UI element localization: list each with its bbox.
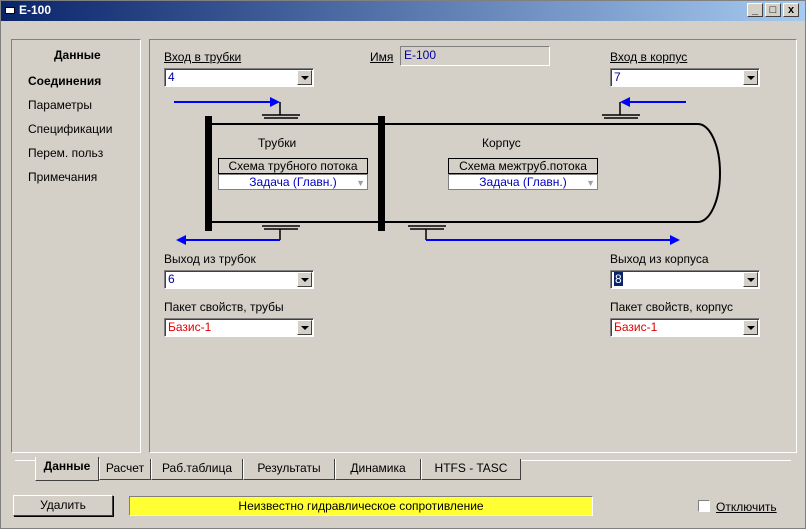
section-item-notes[interactable]: Примечания: [28, 170, 97, 184]
tube-flow-value: Задача (Главн.): [249, 175, 337, 189]
tab-dynamics[interactable]: Динамика: [335, 459, 421, 480]
chevron-down-icon[interactable]: ▼: [356, 176, 365, 190]
shell-fluid-pkg-label: Пакет свойств, корпус: [610, 300, 734, 314]
shell-flow-value: Задача (Главн.): [479, 175, 567, 189]
connections-panel: Вход в трубки 4 Имя E-100 Вход в корпус …: [149, 39, 797, 453]
chevron-down-icon[interactable]: [743, 272, 758, 287]
arrowhead-icon: [620, 97, 630, 107]
exchanger-window: E-100 _ □ x Данные Соединения Параметры …: [0, 0, 806, 529]
shell-flow-title: Схема межтруб.потока: [448, 158, 598, 174]
arrowhead-icon: [176, 235, 186, 245]
shell-outlet-label: Выход из корпуса: [610, 252, 709, 266]
shell-outlet-combo[interactable]: 8: [610, 270, 760, 289]
tube-sheet-left: [205, 116, 212, 231]
chevron-down-icon[interactable]: [297, 272, 312, 287]
window-title: E-100: [19, 3, 52, 17]
tube-outlet-combo[interactable]: 6: [164, 270, 314, 289]
tube-flow-combo[interactable]: Задача (Главн.) ▼: [218, 174, 368, 190]
arrowhead-icon: [670, 235, 680, 245]
arrowhead-icon: [270, 97, 280, 107]
ignore-checkbox[interactable]: [698, 500, 710, 512]
tab-worksheet[interactable]: Раб.таблица: [151, 459, 243, 480]
chevron-down-icon[interactable]: [297, 320, 312, 335]
tube-side-label: Трубки: [258, 136, 297, 150]
shell-flow-combo[interactable]: Задача (Главн.) ▼: [448, 174, 598, 190]
section-item-connections[interactable]: Соединения: [28, 74, 101, 88]
maximize-button[interactable]: □: [765, 3, 781, 17]
chevron-down-icon[interactable]: [743, 320, 758, 335]
tab-results[interactable]: Результаты: [243, 459, 335, 480]
tab-calc[interactable]: Расчет: [99, 459, 151, 480]
tube-outlet-label: Выход из трубок: [164, 252, 256, 266]
tube-sheet-right: [378, 116, 385, 231]
section-item-user-vars[interactable]: Перем. польз: [28, 146, 103, 160]
tube-fluid-pkg-value: Базис-1: [168, 320, 212, 334]
section-list: Данные Соединения Параметры Спецификации…: [11, 39, 141, 453]
tab-data[interactable]: Данные: [35, 457, 99, 481]
status-bar: Неизвестно гидравлическое сопротивление: [129, 496, 593, 516]
tube-outlet-value: 6: [168, 272, 175, 286]
section-item-specs[interactable]: Спецификации: [28, 122, 112, 136]
shell-fluid-pkg-value: Базис-1: [614, 320, 658, 334]
shell-side-label: Корпус: [482, 136, 521, 150]
tab-htfs-tasc[interactable]: HTFS - TASC: [421, 459, 521, 480]
tube-fluid-pkg-combo[interactable]: Базис-1: [164, 318, 314, 337]
title-bar[interactable]: E-100 _ □ x: [1, 1, 805, 21]
tube-fluid-pkg-label: Пакет свойств, трубы: [164, 300, 284, 314]
section-list-header: Данные: [54, 48, 101, 62]
shell-outlet-value: 8: [614, 272, 623, 286]
shell-end-cap: [697, 123, 721, 223]
section-item-parameters[interactable]: Параметры: [28, 98, 92, 112]
chevron-down-icon[interactable]: ▼: [586, 176, 595, 190]
delete-button[interactable]: Удалить: [13, 495, 113, 516]
ignore-label: Отключить: [716, 500, 777, 514]
exchanger-diagram: [174, 97, 721, 245]
close-button[interactable]: x: [783, 3, 799, 17]
system-menu-icon[interactable]: [5, 7, 15, 14]
minimize-button[interactable]: _: [747, 3, 763, 17]
tube-flow-title: Схема трубного потока: [218, 158, 368, 174]
shell-fluid-pkg-combo[interactable]: Базис-1: [610, 318, 760, 337]
